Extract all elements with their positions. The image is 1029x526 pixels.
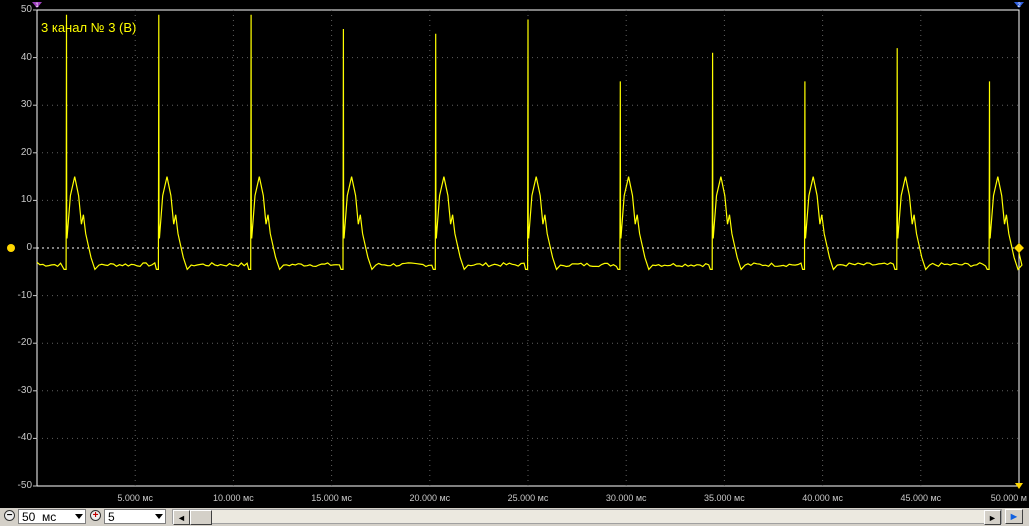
x-tick-label: 25.000 мс	[507, 493, 549, 503]
zoom-in-button[interactable]: +	[90, 510, 101, 525]
zoom-out-button[interactable]: −	[4, 510, 15, 525]
scroll-left-button[interactable]: ◄	[173, 510, 190, 525]
oscilloscope-display[interactable]: 12 50 40 30 20 10 0 -10 -20 -30 -40 -50 5.000 мс 10…	[0, 0, 1029, 508]
play-button[interactable]: ►	[1005, 509, 1023, 524]
scroll-thumb[interactable]	[190, 510, 212, 525]
zoom-factor-value: 5	[108, 509, 115, 524]
y-tick-label: -40	[17, 432, 32, 444]
signal-trace	[36, 14, 1023, 271]
x-tick-label: 20.000 мс	[409, 493, 451, 503]
y-tick-label: -50	[17, 480, 32, 491]
x-tick-label: 40.000 мс	[802, 493, 843, 503]
chevron-down-icon	[155, 514, 163, 519]
bottom-toolbar: − 50 мс + 5 ◄ ► ►	[0, 508, 1029, 526]
x-tick-label: 50.000 м	[990, 493, 1027, 503]
y-tick-label: 0	[26, 242, 32, 253]
horizontal-scrollbar[interactable]: ◄ ►	[172, 509, 1002, 525]
timebase-select[interactable]: 50 мс	[18, 509, 86, 524]
x-tick-label: 45.000 мс	[900, 493, 942, 503]
y-tick-label: -20	[17, 337, 32, 349]
timebase-value: 50 мс	[22, 509, 57, 524]
scroll-right-button[interactable]: ►	[984, 510, 1001, 525]
x-tick-label: 10.000 мс	[213, 493, 254, 503]
channel-label: 3 канал № 3 (В)	[41, 20, 137, 35]
play-icon: ►	[1008, 510, 1020, 523]
y-tick-label: 20	[20, 146, 32, 158]
zoom-out-icon: −	[4, 510, 15, 521]
chevron-down-icon	[75, 514, 83, 519]
x-tick-label: 5.000 мс	[117, 493, 154, 503]
x-tick-label: 15.000 мс	[311, 493, 352, 503]
x-tick-label: 35.000 мс	[704, 493, 745, 503]
y-tick-label: 10	[20, 194, 32, 206]
trigger-level-marker	[1014, 243, 1024, 253]
y-tick-label: 40	[20, 51, 32, 63]
y-tick-label: -30	[17, 384, 32, 396]
zoom-in-icon: +	[90, 510, 101, 521]
y-tick-label: 30	[20, 99, 32, 111]
zoom-factor-select[interactable]: 5	[104, 509, 166, 524]
y-tick-label: -10	[17, 289, 32, 301]
x-tick-label: 30.000 мс	[605, 493, 647, 503]
y-tick-label: 50	[20, 4, 32, 15]
waveform-plot[interactable]: 12	[0, 0, 1029, 508]
